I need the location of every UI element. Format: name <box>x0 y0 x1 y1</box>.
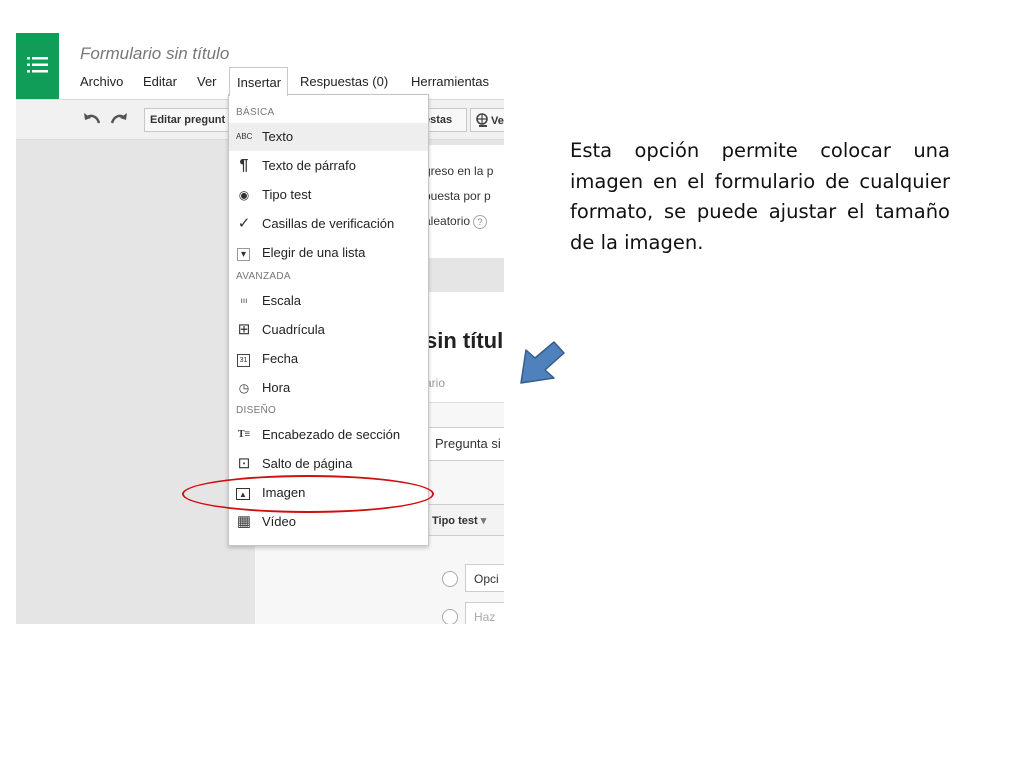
clock-icon: ◷ <box>238 381 250 395</box>
highlight-ellipse <box>182 475 434 513</box>
settings-shuffle-label: aleatorio <box>424 214 471 228</box>
redo-icon[interactable] <box>110 111 128 125</box>
chevron-down-icon: ▾ <box>480 515 487 527</box>
add-option-radio <box>442 609 458 624</box>
pointer-arrow-icon <box>520 341 565 384</box>
menu-insertar[interactable]: Insertar <box>229 67 288 96</box>
scale-icon: ııı <box>240 296 248 305</box>
menu-herramientas[interactable]: Herramientas <box>411 74 489 89</box>
menu-item-label: Encabezado de sección <box>262 427 401 442</box>
menu-item-hora[interactable]: ◷ Hora <box>229 374 428 402</box>
menu-item-tipo-test[interactable]: ◉ Tipo test <box>229 181 428 209</box>
menu-item-fecha[interactable]: 31 Fecha <box>229 345 428 373</box>
section-header-icon: T≡ <box>237 429 251 440</box>
menu-item-escala[interactable]: ııı Escala <box>229 287 428 315</box>
menu-item-label: Escala <box>262 293 302 308</box>
settings-line-progress: greso en la p <box>424 164 494 178</box>
menu-item-label: Texto de párrafo <box>262 158 356 173</box>
menu-item-label: Cuadrícula <box>262 322 325 337</box>
checkmark-icon: ✓ <box>237 215 251 232</box>
option-input[interactable]: Opci <box>465 564 504 592</box>
menu-respuestas[interactable]: Respuestas (0) <box>300 74 388 89</box>
radio-icon: ◉ <box>238 188 250 202</box>
calendar-icon: 31 <box>237 354 250 367</box>
menu-ver[interactable]: Ver <box>197 74 217 89</box>
help-icon[interactable]: ? <box>473 215 488 229</box>
globe-link-icon <box>476 113 488 127</box>
edit-question-button[interactable]: Editar pregunt <box>144 108 234 132</box>
video-icon: ▦ <box>236 513 252 530</box>
slide-caption: Esta opción permite colocar una imagen e… <box>570 139 950 254</box>
menu-item-label: Tipo test <box>262 187 312 202</box>
menu-archivo[interactable]: Archivo <box>80 74 123 89</box>
page-break-icon: ⊡ <box>237 455 251 472</box>
section-avanzada: AVANZADA <box>236 271 291 282</box>
forms-screenshot: Formulario sin título Archivo Editar Ver… <box>16 33 504 624</box>
settings-line-shuffle: aleatorio? <box>424 214 488 229</box>
menu-item-cuadricula[interactable]: ⊞ Cuadrícula <box>229 316 428 344</box>
menu-item-label: Hora <box>262 380 291 395</box>
list-menu-icon <box>27 57 48 73</box>
grid-icon: ⊞ <box>237 321 251 338</box>
menu-item-casillas[interactable]: ✓ Casillas de verificación <box>229 210 428 238</box>
menu-item-salto-pagina[interactable]: ⊡ Salto de página <box>229 450 428 478</box>
app-menu-button[interactable] <box>16 33 59 99</box>
question-type-select[interactable]: Tipo test ▾ <box>425 504 504 536</box>
top-bar: Formulario sin título Archivo Editar Ver… <box>16 33 504 100</box>
menu-item-texto-parrafo[interactable]: ¶ Texto de párrafo <box>229 152 428 180</box>
view-label: Ve <box>491 114 504 127</box>
menu-item-elegir-lista[interactable]: ▾ Elegir de una lista <box>229 239 428 267</box>
menu-item-label: Salto de página <box>262 456 353 471</box>
question-title-input[interactable]: Pregunta si <box>426 427 504 461</box>
section-diseno: DISEÑO <box>236 405 277 416</box>
menu-item-texto[interactable]: ABC Texto <box>229 123 428 151</box>
document-title[interactable]: Formulario sin título <box>80 44 229 64</box>
dropdown-list-icon: ▾ <box>237 248 250 261</box>
add-option-input[interactable]: Haz <box>465 602 504 624</box>
question-type-label: Tipo test <box>432 515 478 527</box>
undo-icon[interactable] <box>83 111 101 125</box>
option-radio <box>442 571 458 587</box>
menu-item-label: Vídeo <box>262 514 296 529</box>
menu-item-label: Fecha <box>262 351 299 366</box>
settings-line-one-response: puesta por p <box>424 189 491 203</box>
menu-editar[interactable]: Editar <box>143 74 177 89</box>
menu-item-label: Elegir de una lista <box>262 245 366 260</box>
menu-item-label: Texto <box>262 129 294 144</box>
section-basica: BÁSICA <box>236 107 275 118</box>
paragraph-icon: ¶ <box>239 157 249 174</box>
view-responses-button[interactable]: Ve <box>470 108 504 132</box>
form-title[interactable]: sin títul <box>425 328 503 354</box>
text-abc-icon: ABC <box>236 132 253 141</box>
menu-item-label: Casillas de verificación <box>262 216 395 231</box>
menu-item-encabezado[interactable]: T≡ Encabezado de sección <box>229 421 428 449</box>
